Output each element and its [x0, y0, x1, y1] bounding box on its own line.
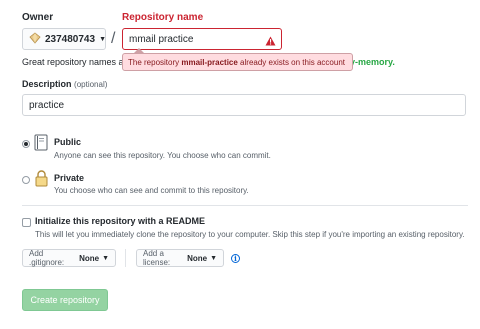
error-suffix: already exists on this account [237, 57, 345, 67]
repo-name-label: Repository name [122, 12, 204, 23]
owner-name: 237480743 [45, 33, 96, 45]
description-optional: (optional) [74, 80, 108, 89]
owner-select[interactable]: 237480743 ▼ [22, 28, 106, 50]
repo-name-error-tooltip: The repository mmail-practice already ex… [122, 53, 353, 71]
divider [22, 205, 468, 206]
chevron-down-icon: ▼ [210, 254, 217, 262]
info-icon[interactable]: i [231, 254, 240, 263]
private-desc: You choose who can see and commit to thi… [54, 186, 249, 195]
dropdown-divider [125, 249, 126, 267]
private-title: Private [54, 173, 85, 183]
private-radio[interactable] [22, 176, 30, 184]
lock-icon [35, 170, 48, 192]
gitignore-prefix: Add .gitignore: [29, 249, 65, 267]
error-repo-name: mmail-practice [181, 57, 238, 67]
public-title: Public [54, 137, 82, 147]
license-value: None [187, 253, 208, 263]
gitignore-value: None [79, 253, 100, 263]
owner-avatar [29, 31, 41, 47]
gitignore-select[interactable]: Add .gitignore: None ▼ [22, 249, 116, 267]
license-select[interactable]: Add a license: None ▼ [136, 249, 224, 267]
chevron-down-icon: ▼ [102, 254, 109, 262]
description-input[interactable]: practice [22, 94, 466, 116]
public-radio[interactable] [22, 140, 30, 148]
create-repository-button[interactable]: Create repository [22, 289, 108, 311]
warning-icon [265, 33, 276, 51]
public-repo-icon [34, 134, 48, 156]
readme-desc: This will let you immediately clone the … [35, 230, 465, 239]
path-separator: / [111, 30, 116, 47]
description-value: practice [29, 99, 65, 111]
license-prefix: Add a license: [143, 249, 171, 267]
error-prefix: The repository [128, 57, 182, 67]
description-label: Description [22, 79, 72, 89]
owner-label: Owner [22, 12, 54, 23]
repo-name-value: mmail practice [129, 33, 194, 45]
readme-title: Initialize this repository with a README [35, 216, 206, 226]
description-label-row: Description (optional) [22, 79, 107, 89]
public-desc: Anyone can see this repository. You choo… [54, 151, 271, 160]
repo-name-input[interactable]: mmail practice [122, 28, 282, 50]
readme-checkbox[interactable] [22, 218, 31, 227]
repo-hint-start: Great repository names a [22, 57, 124, 67]
chevron-down-icon: ▼ [99, 35, 106, 43]
repo-hint-end: y-memory. [350, 57, 395, 67]
